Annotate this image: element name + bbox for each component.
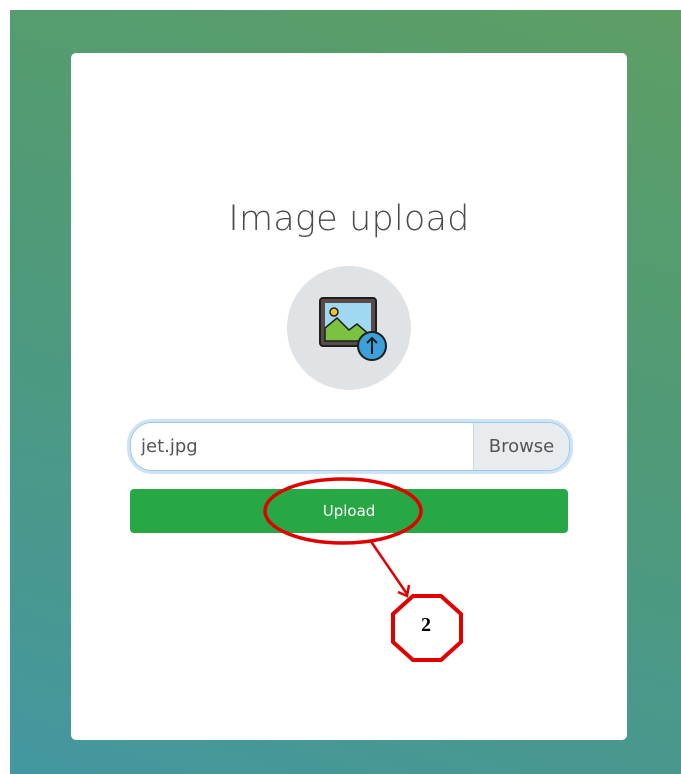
file-name-field[interactable] xyxy=(131,423,473,470)
browse-button[interactable]: Browse xyxy=(473,423,569,470)
page-title: Image upload xyxy=(228,199,470,239)
upload-card: Image upload Browse Upload xyxy=(71,53,627,740)
step-number-label: 2 xyxy=(421,614,431,636)
image-upload-icon xyxy=(287,266,411,390)
file-picker[interactable]: Browse xyxy=(130,422,570,471)
upload-button[interactable]: Upload xyxy=(130,489,568,533)
